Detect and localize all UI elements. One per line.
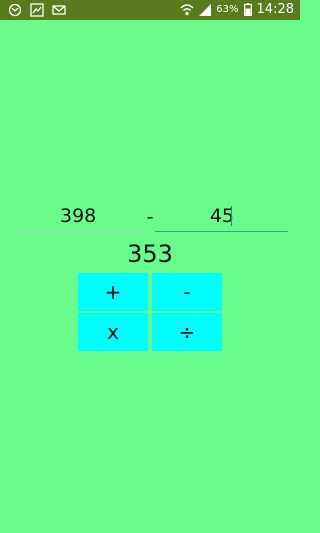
operator-label: - bbox=[146, 206, 154, 228]
system-status: 63% 14:28 bbox=[180, 2, 294, 17]
clock: 14:28 bbox=[256, 2, 294, 17]
status-bar: 63% 14:28 bbox=[0, 0, 300, 20]
subtract-button[interactable]: - bbox=[152, 273, 222, 311]
wifi-icon bbox=[180, 4, 194, 16]
battery-percent: 63% bbox=[216, 4, 239, 15]
notification-icons bbox=[8, 3, 66, 17]
result-display: 353 bbox=[127, 240, 173, 268]
battery-icon bbox=[243, 3, 252, 16]
second-operand-input[interactable] bbox=[155, 200, 288, 232]
chart-icon bbox=[30, 3, 44, 17]
divide-button[interactable]: ÷ bbox=[152, 313, 222, 351]
text-cursor bbox=[231, 206, 232, 226]
add-button[interactable]: + bbox=[78, 273, 148, 311]
mail-icon bbox=[52, 5, 66, 15]
sync-icon bbox=[8, 3, 22, 17]
multiply-button[interactable]: x bbox=[78, 313, 148, 351]
first-operand-input[interactable] bbox=[12, 200, 146, 232]
signal-icon bbox=[199, 3, 212, 16]
